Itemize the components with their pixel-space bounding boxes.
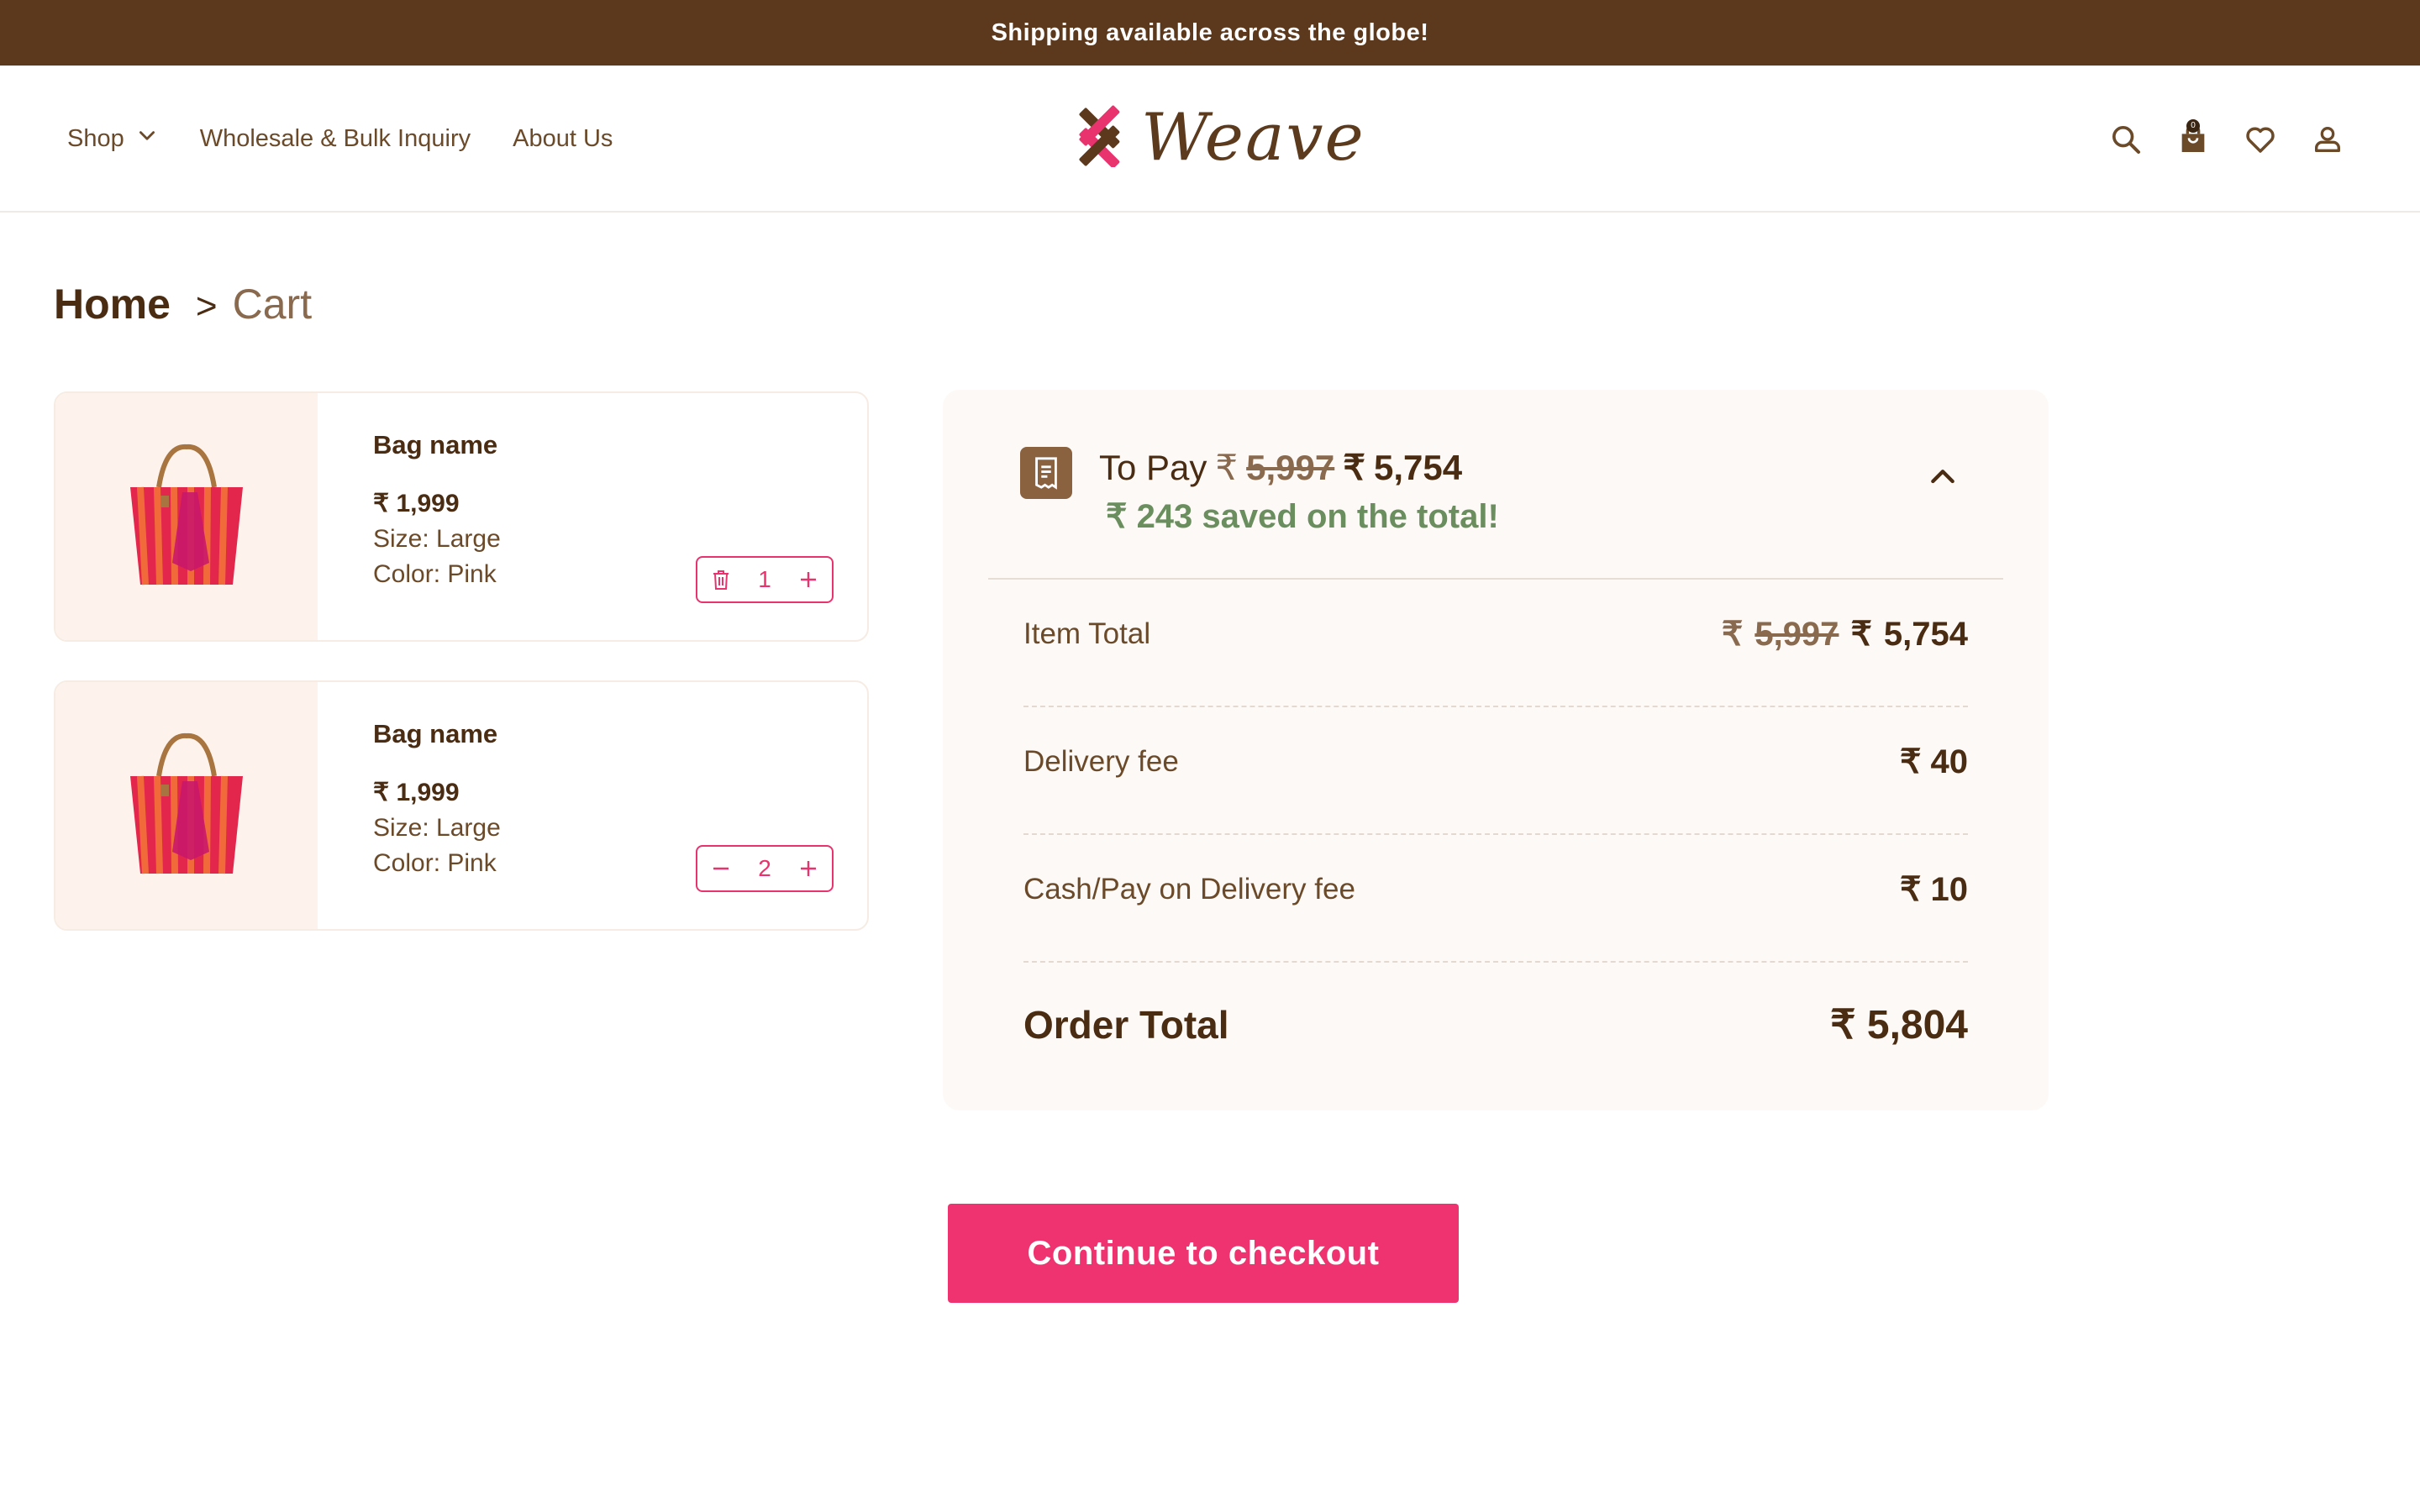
announcement-text: Shipping available across the globe! — [991, 18, 1429, 46]
nav-about[interactable]: About Us — [513, 125, 613, 153]
to-pay-line: To Pay ₹ 5,997 ₹ 5,754 — [1099, 447, 1462, 488]
to-pay-label: To Pay — [1099, 448, 1207, 487]
continue-to-checkout-button[interactable]: Continue to checkout — [948, 1204, 1459, 1303]
product-image — [55, 682, 318, 929]
item-size: Size: Large — [373, 525, 501, 553]
breadcrumb-current: Cart — [232, 281, 313, 328]
main-navbar: Shop Wholesale & Bulk Inquiry About Us W… — [0, 66, 2420, 213]
delivery-fee-label: Delivery fee — [1023, 745, 1179, 778]
breadcrumb: Home > Cart — [54, 280, 312, 328]
checkout-button-label: Continue to checkout — [1027, 1234, 1380, 1272]
minus-icon[interactable] — [709, 857, 733, 880]
quantity-stepper: 1 — [696, 556, 834, 603]
item-color: Color: Pink — [373, 560, 497, 588]
item-total-label: Item Total — [1023, 617, 1151, 650]
summary-header[interactable]: To Pay ₹ 5,997 ₹ 5,754 ₹ 243 saved on th… — [943, 390, 2049, 580]
chevron-up-icon[interactable] — [1926, 460, 1960, 494]
nav-wholesale-label: Wholesale & Bulk Inquiry — [199, 125, 471, 152]
currency-symbol: ₹ — [373, 490, 390, 517]
cart-item: Bag name ₹ 1,999 Size: Large Color: Pink… — [54, 391, 869, 642]
currency-symbol: ₹ — [373, 779, 390, 806]
shopping-bag-icon[interactable]: 0 — [2175, 118, 2212, 158]
nav-shop[interactable]: Shop — [67, 125, 158, 154]
item-price-value: 1,999 — [396, 779, 460, 806]
plus-icon[interactable] — [797, 857, 820, 880]
item-name: Bag name — [373, 430, 498, 459]
breadcrumb-home[interactable]: Home — [54, 280, 171, 328]
cart-item: Bag name ₹ 1,999 Size: Large Color: Pink… — [54, 680, 869, 931]
original-total: 5,997 — [1246, 448, 1335, 487]
quantity-stepper: 2 — [696, 845, 834, 892]
announcement-bar: Shipping available across the globe! — [0, 0, 2420, 66]
dashed-divider — [1023, 833, 1968, 835]
plus-icon[interactable] — [797, 568, 820, 591]
item-color: Color: Pink — [373, 849, 497, 877]
cod-fee-row: Cash/Pay on Delivery fee ₹ 10 — [1023, 870, 1968, 909]
item-details: Bag name ₹ 1,999 Size: Large Color: Pink — [373, 719, 501, 878]
nav-links: Shop Wholesale & Bulk Inquiry About Us — [67, 66, 613, 213]
order-summary: To Pay ₹ 5,997 ₹ 5,754 ₹ 243 saved on th… — [943, 390, 2049, 1110]
order-total-value: ₹ 5,804 — [1830, 1003, 1968, 1047]
weave-logo-icon — [1071, 105, 1126, 171]
item-price: ₹ 1,999 — [373, 778, 501, 807]
nav-actions: 0 — [2107, 66, 2346, 213]
nav-shop-label: Shop — [67, 125, 124, 152]
quantity-value[interactable]: 2 — [758, 855, 771, 882]
order-total-row: Order Total ₹ 5,804 — [1023, 1001, 1968, 1048]
dashed-divider — [1023, 961, 1968, 963]
delivery-fee-row: Delivery fee ₹ 40 — [1023, 743, 1968, 781]
receipt-icon — [1020, 447, 1072, 499]
item-total-amount: 5,754 — [1883, 616, 1968, 653]
item-total-original: 5,997 — [1754, 616, 1839, 653]
nav-wholesale[interactable]: Wholesale & Bulk Inquiry — [200, 125, 471, 153]
nav-about-label: About Us — [513, 125, 613, 152]
cod-fee-value: ₹ 10 — [1899, 871, 1968, 908]
product-image — [55, 393, 318, 640]
item-name: Bag name — [373, 719, 498, 748]
item-total-row: Item Total ₹ 5,997 ₹ 5,754 — [1023, 615, 1968, 654]
trash-icon[interactable] — [709, 568, 733, 591]
item-size: Size: Large — [373, 814, 501, 842]
item-price-value: 1,999 — [396, 490, 460, 517]
divider — [988, 578, 2003, 580]
chevron-down-icon — [136, 125, 158, 154]
heart-icon[interactable] — [2242, 121, 2279, 158]
currency-symbol: ₹ — [1215, 448, 1239, 487]
user-icon[interactable] — [2309, 121, 2346, 158]
cart-count-badge: 0 — [2186, 118, 2200, 133]
bag-image — [130, 444, 243, 585]
brand-logo[interactable]: Weave — [1071, 96, 1364, 180]
dashed-divider — [1023, 706, 1968, 707]
order-total-label: Order Total — [1023, 1003, 1229, 1047]
bag-image — [130, 732, 243, 874]
currency-symbol: ₹ — [1721, 616, 1744, 653]
logo-wordmark: Weave — [1141, 100, 1365, 176]
currency-symbol: ₹ — [1850, 616, 1872, 653]
item-total-value: ₹ 5,997 ₹ 5,754 — [1722, 615, 1968, 654]
quantity-value[interactable]: 1 — [758, 566, 771, 593]
item-details: Bag name ₹ 1,999 Size: Large Color: Pink — [373, 430, 501, 589]
cod-fee-label: Cash/Pay on Delivery fee — [1023, 873, 1355, 906]
savings-text: ₹ 243 saved on the total! — [1106, 498, 1499, 535]
search-icon[interactable] — [2107, 121, 2144, 158]
breadcrumb-separator: > — [195, 286, 218, 327]
currency-symbol: ₹ — [1343, 448, 1365, 487]
discounted-total: 5,754 — [1373, 448, 1463, 487]
delivery-fee-value: ₹ 40 — [1899, 743, 1968, 780]
item-price: ₹ 1,999 — [373, 489, 501, 518]
